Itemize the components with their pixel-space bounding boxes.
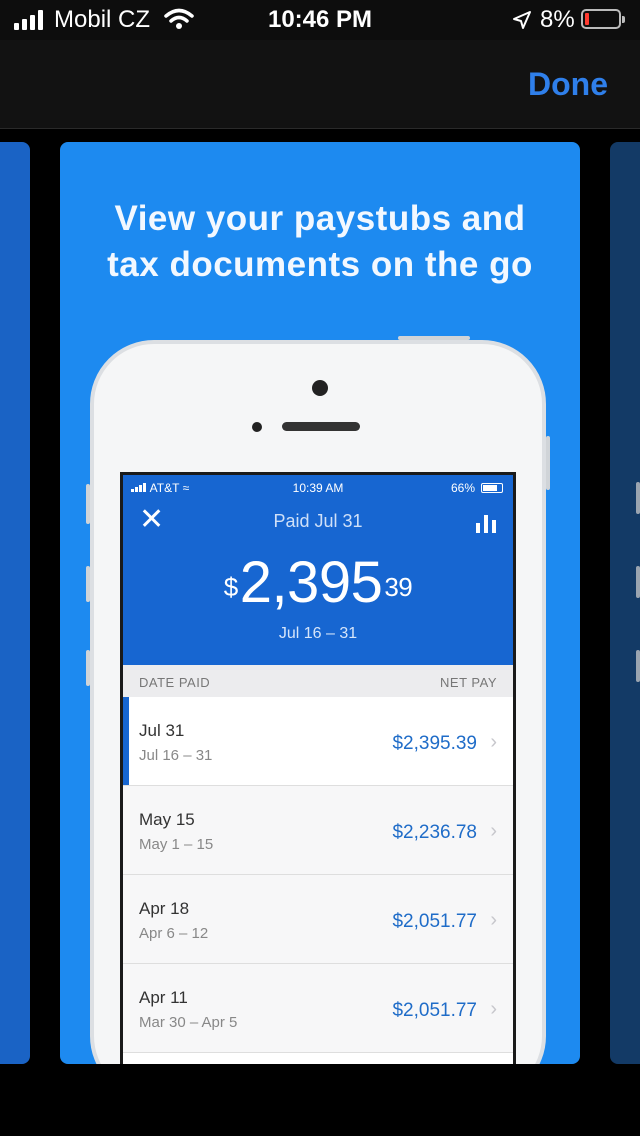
mock-battery-percent: 66%	[451, 481, 476, 495]
screenshot-gallery[interactable]: View your paystubs and tax documents on …	[0, 129, 640, 1065]
column-net-pay: NET PAY	[440, 675, 497, 690]
chevron-right-icon: ›	[490, 731, 497, 753]
phone-volume-up	[86, 566, 90, 602]
column-headers: DATE PAID NET PAY	[123, 665, 513, 697]
chevron-right-icon: ›	[490, 998, 497, 1020]
nav-bar: Done	[0, 40, 640, 129]
battery-percent: 8%	[540, 6, 575, 33]
row-date: Apr 18	[139, 899, 190, 918]
status-bar: Mobil CZ 10:46 PM 8%	[0, 0, 640, 40]
row-amount: $2,051.77	[392, 911, 477, 932]
battery-icon	[581, 9, 625, 29]
list-item: May 15 May 1 – 15 $2,236.78 ›	[123, 786, 513, 875]
row-amount: $2,051.77	[392, 1000, 477, 1021]
phone-volume-down	[86, 650, 90, 686]
row-period: Apr 6 – 12	[139, 925, 209, 942]
amount-whole: 2,395	[239, 550, 383, 615]
paystub-title: Paid Jul 31	[273, 511, 363, 531]
phone-power-button	[546, 436, 550, 490]
row-date: Jul 31	[139, 721, 185, 740]
row-period: Mar 30 – Apr 5	[139, 1014, 238, 1031]
phone-mockup: AT&T ≈ 10:39 AM 66% ✕ Paid Jul 31 $2,395…	[86, 336, 550, 1064]
row-date: May 15	[139, 810, 195, 829]
proximity-sensor	[252, 422, 262, 432]
row-amount: $2,236.78	[392, 822, 477, 843]
row-period: May 1 – 15	[139, 836, 214, 853]
current-screenshot-card[interactable]: View your paystubs and tax documents on …	[60, 142, 580, 1064]
headline-line-1: View your paystubs and	[114, 199, 526, 238]
amount-currency: $	[223, 572, 238, 602]
row-date: Apr 11	[139, 988, 188, 1007]
phone-top-button	[398, 336, 470, 340]
bar-chart-icon	[476, 515, 496, 533]
location-arrow-icon	[513, 11, 531, 29]
next-screenshot-card[interactable]	[610, 142, 640, 1064]
list-item: Apr 18 Apr 6 – 12 $2,051.77 ›	[123, 875, 513, 964]
next-card-detail	[636, 650, 640, 682]
row-amount: $2,395.39	[392, 733, 477, 754]
list-item: Jul 31 Jul 16 – 31 $2,395.39 ›	[123, 697, 513, 786]
phone-mute-switch	[86, 484, 90, 524]
next-card-detail	[636, 482, 640, 514]
headline-line-2: tax documents on the go	[107, 245, 533, 284]
row-period: Jul 16 – 31	[139, 747, 213, 764]
earpiece-speaker	[282, 422, 360, 431]
chevron-right-icon: ›	[490, 909, 497, 931]
previous-screenshot-card[interactable]	[0, 142, 30, 1064]
mock-status-bar: AT&T ≈ 10:39 AM 66%	[123, 481, 513, 499]
phone-screen: AT&T ≈ 10:39 AM 66% ✕ Paid Jul 31 $2,395…	[120, 472, 516, 1064]
next-card-detail	[636, 566, 640, 598]
front-camera	[312, 380, 328, 396]
done-button[interactable]: Done	[528, 66, 608, 103]
amount-cents: 39	[384, 572, 413, 602]
column-date-paid: DATE PAID	[139, 675, 211, 690]
mock-battery-icon	[481, 483, 503, 493]
paystub-list: Jul 31 Jul 16 – 31 $2,395.39 › May 15 Ma…	[123, 697, 513, 1053]
list-item: Apr 11 Mar 30 – Apr 5 $2,051.77 ›	[123, 964, 513, 1053]
card-headline: View your paystubs and tax documents on …	[60, 196, 580, 288]
chevron-right-icon: ›	[490, 820, 497, 842]
paystub-amount: $2,39539	[123, 551, 513, 615]
paystub-header: AT&T ≈ 10:39 AM 66% ✕ Paid Jul 31 $2,395…	[123, 475, 513, 665]
pay-period: Jul 16 – 31	[278, 625, 358, 642]
